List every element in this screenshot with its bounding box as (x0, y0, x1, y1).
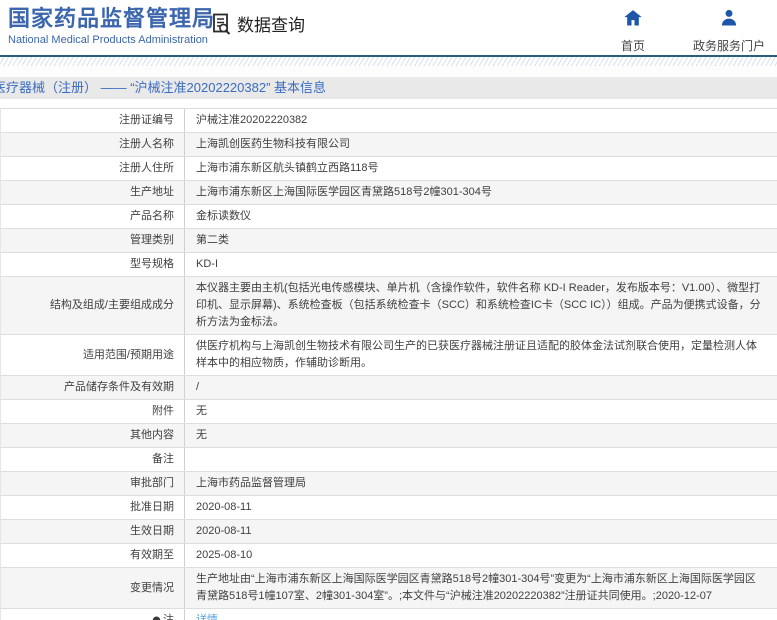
nav-home[interactable]: 首页 (609, 8, 657, 54)
table-row: 注册人名称 上海凯创医药生物科技有限公司 (1, 133, 777, 157)
row-value-text: 上海凯创医药生物科技有限公司 (196, 138, 350, 150)
row-value: 2020-08-11 (185, 520, 777, 543)
row-value-text: 2025-08-10 (196, 549, 253, 561)
site-header: 国家药品监督管理局 National Medical Products Admi… (0, 0, 777, 55)
detail-link[interactable]: 详情 (196, 612, 218, 620)
row-value: 2020-08-11 (185, 496, 777, 519)
data-query-label: 数据查询 (237, 16, 305, 35)
row-label: 管理类别 (1, 229, 185, 252)
row-label: 审批部门 (1, 472, 185, 495)
row-value: 沪械注准20202220382 (185, 109, 777, 132)
row-label: 注 (1, 609, 185, 620)
row-value-text: 生产地址由“上海市浦东新区上海国际医学园区青黛路518号2幢301-304号”变… (196, 573, 756, 602)
row-value: 生产地址由“上海市浦东新区上海国际医学园区青黛路518号2幢301-304号”变… (185, 568, 777, 608)
row-label: 备注 (1, 448, 185, 471)
table-row: 其他内容无 (1, 424, 777, 448)
row-value-text: 无 (196, 429, 207, 441)
row-label: 变更情况 (1, 568, 185, 608)
row-value: / (185, 376, 777, 399)
row-label: 注册证编号 (1, 109, 185, 132)
row-value-text: 供医疗机构与上海凯创生物技术有限公司生产的已获医疗器械注册证且适配的胶体金法试剂… (196, 340, 757, 369)
row-value: 上海市药品监督管理局 (185, 472, 777, 495)
row-value-text: 上海市药品监督管理局 (196, 477, 306, 489)
row-value-text: KD-I (196, 258, 218, 270)
logo-title: 国家药品监督管理局 (8, 6, 216, 31)
table-row: 备注 (1, 448, 777, 472)
table-row: 注册证编号 沪械注准20202220382 (1, 109, 777, 133)
table-row: 产品名称 金标读数仪 (1, 205, 777, 229)
row-label: 型号规格 (1, 253, 185, 276)
row-value-text: 金标读数仪 (196, 210, 251, 222)
table-row: 产品储存条件及有效期 / (1, 376, 777, 400)
row-value: 金标读数仪 (185, 205, 777, 228)
row-value: 上海凯创医药生物科技有限公司 (185, 133, 777, 156)
stripe-band (0, 57, 777, 66)
row-value-text: / (196, 381, 200, 393)
breadcrumb-text: 医疗器械（注册） —— “沪械注准20202220382” 基本信息 (0, 80, 327, 95)
row-value: 上海市浦东新区上海国际医学园区青黛路518号2幢301-304号 (185, 181, 777, 204)
user-icon (719, 8, 739, 33)
nav-home-label: 首页 (620, 39, 645, 53)
table-row: 管理类别 第二类 (1, 229, 777, 253)
home-icon (623, 8, 643, 33)
header-nav: 首页 政务服务门户 (609, 8, 765, 54)
row-value: 第二类 (185, 229, 777, 252)
row-value-text: 上海市浦东新区航头镇鹤立西路118号 (196, 162, 379, 174)
table-row: 批准日期 2020-08-11 (1, 496, 777, 520)
document-search-icon (210, 12, 234, 36)
table-row: 有效期至 2025-08-10 (1, 544, 777, 568)
row-label: 批准日期 (1, 496, 185, 519)
nav-service-portal[interactable]: 政务服务门户 (693, 8, 765, 54)
table-row: 注册人住所 上海市浦东新区航头镇鹤立西路118号 (1, 157, 777, 181)
data-query-section[interactable]: 数据查询 (210, 11, 305, 36)
row-label: 注册人住所 (1, 157, 185, 180)
nmpa-logo[interactable]: 国家药品监督管理局 National Medical Products Admi… (8, 6, 216, 47)
row-value: 2025-08-10 (185, 544, 777, 567)
row-value: 详情 (185, 609, 777, 620)
row-value-text: 2020-08-11 (196, 501, 252, 513)
table-row: 附件无 (1, 400, 777, 424)
table-row: 审批部门 上海市药品监督管理局 (1, 472, 777, 496)
row-value-text: 上海市浦东新区上海国际医学园区青黛路518号2幢301-304号 (196, 186, 492, 198)
row-value: 无 (185, 424, 777, 447)
row-label: 生效日期 (1, 520, 185, 543)
breadcrumb: 医疗器械（注册） —— “沪械注准20202220382” 基本信息 (0, 77, 777, 99)
row-value-text: 沪械注准20202220382 (196, 114, 308, 126)
row-value-text: 无 (196, 405, 207, 417)
row-label: 生产地址 (1, 181, 185, 204)
row-value-text: 第二类 (196, 234, 229, 246)
table-row: 变更情况 生产地址由“上海市浦东新区上海国际医学园区青黛路518号2幢301-30… (1, 568, 777, 609)
row-value: 无 (185, 400, 777, 423)
row-value (185, 448, 777, 471)
row-value: KD-I (185, 253, 777, 276)
row-label: 其他内容 (1, 424, 185, 447)
info-table: 注册证编号 沪械注准20202220382 注册人名称 上海凯创医药生物科技有限公司注… (0, 108, 777, 620)
row-value-text: 2020-08-11 (196, 525, 252, 537)
row-label: 产品储存条件及有效期 (1, 376, 185, 399)
spacer (0, 66, 777, 77)
note-marker-icon (152, 616, 161, 620)
table-row: 注 详情 (1, 609, 777, 620)
row-label: 结构及组成/主要组成成分 (1, 277, 185, 334)
table-row: 型号规格 KD-I (1, 253, 777, 277)
row-label: 注册人名称 (1, 133, 185, 156)
row-label: 适用范围/预期用途 (1, 335, 185, 375)
row-label: 附件 (1, 400, 185, 423)
row-value: 供医疗机构与上海凯创生物技术有限公司生产的已获医疗器械注册证且适配的胶体金法试剂… (185, 335, 777, 375)
row-label: 产品名称 (1, 205, 185, 228)
row-value: 本仪器主要由主机(包括光电传感模块、单片机（含操作软件，软件名称 KD-I Re… (185, 277, 777, 334)
table-row: 生产地址 上海市浦东新区上海国际医学园区青黛路518号2幢301-304号 (1, 181, 777, 205)
row-value: 上海市浦东新区航头镇鹤立西路118号 (185, 157, 777, 180)
row-label: 有效期至 (1, 544, 185, 567)
nav-portal-label: 政务服务门户 (692, 39, 765, 53)
spacer (0, 99, 777, 108)
info-table-body: 注册证编号 沪械注准20202220382 注册人名称 上海凯创医药生物科技有限公司注… (1, 109, 777, 620)
logo-subtitle: National Medical Products Administration (8, 34, 208, 46)
table-row: 结构及组成/主要组成成分 本仪器主要由主机(包括光电传感模块、单片机（含操作软件，… (1, 277, 777, 335)
table-row: 适用范围/预期用途 供医疗机构与上海凯创生物技术有限公司生产的已获医疗器械注册证且… (1, 335, 777, 376)
table-row: 生效日期 2020-08-11 (1, 520, 777, 544)
row-value-text: 本仪器主要由主机(包括光电传感模块、单片机（含操作软件，软件名称 KD-I Re… (196, 282, 761, 328)
